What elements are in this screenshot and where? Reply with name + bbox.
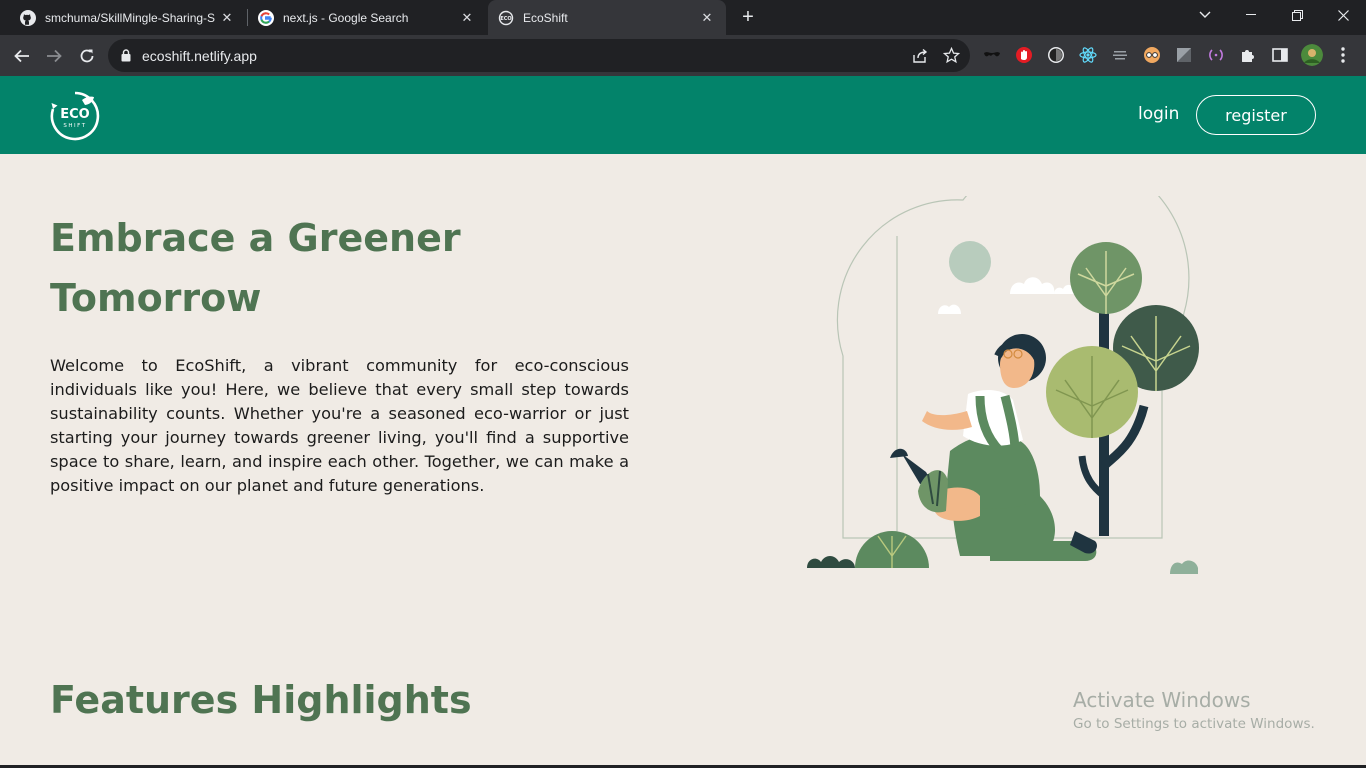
tab-title: EcoShift [523, 10, 568, 25]
watermark-title: Activate Windows [1073, 688, 1251, 712]
minimize-icon[interactable] [1228, 0, 1274, 30]
address-bar[interactable]: ecoshift.netlify.app [108, 39, 970, 72]
svg-text:ECO: ECO [500, 16, 511, 22]
reload-icon[interactable] [74, 43, 100, 69]
gardener-illustration [807, 196, 1199, 574]
tab-title: next.js - Google Search [283, 10, 409, 25]
close-window-icon[interactable] [1320, 0, 1366, 30]
tab-ecoshift[interactable]: ECO EcoShift ✕ [488, 0, 726, 35]
register-button[interactable]: register [1196, 95, 1316, 135]
windows-activation-watermark: Activate Windows Go to Settings to activ… [1073, 688, 1315, 732]
close-tab-icon[interactable]: ✕ [218, 9, 236, 27]
mask-extension-icon[interactable] [983, 46, 1001, 64]
lock-icon[interactable] [121, 49, 131, 62]
bookmark-star-icon[interactable] [943, 47, 960, 64]
logo-text-shift: SHIFT [63, 123, 86, 129]
dark-mode-extension-icon[interactable] [1047, 46, 1065, 64]
google-icon [258, 9, 274, 26]
tab-separator [247, 9, 248, 26]
signal-extension-icon[interactable] [1207, 46, 1225, 64]
tab-github[interactable]: smchuma/SkillMingle-Sharing-S ✕ [12, 0, 244, 35]
glasses-extension-icon[interactable] [1143, 46, 1161, 64]
browser-menu-icon[interactable] [1340, 46, 1346, 64]
hero-description: Welcome to EcoShift, a vibrant community… [50, 356, 629, 495]
logo-text-eco: ECO [60, 107, 89, 122]
watermark-subtitle: Go to Settings to activate Windows. [1073, 716, 1315, 732]
close-tab-icon[interactable]: ✕ [698, 9, 716, 27]
adblock-extension-icon[interactable] [1015, 46, 1033, 64]
hero-title: Embrace a Greener Tomorrow [50, 216, 461, 320]
ecoshift-logo[interactable]: ECO SHIFT [49, 90, 101, 142]
react-devtools-icon[interactable] [1079, 46, 1097, 64]
extensions-puzzle-icon[interactable] [1239, 46, 1257, 64]
tab-google-search[interactable]: next.js - Google Search ✕ [250, 0, 484, 35]
site-navbar: ECO SHIFT login register [0, 76, 1366, 154]
tab-search-chevron-icon[interactable] [1182, 0, 1228, 30]
page-viewport: ECO SHIFT login register Embrace a Green… [0, 76, 1366, 765]
close-tab-icon[interactable]: ✕ [458, 9, 476, 27]
login-link[interactable]: login [1138, 104, 1179, 124]
features-section-title: Features Highlights [50, 678, 472, 722]
forward-icon[interactable] [41, 43, 67, 69]
tab-title: smchuma/SkillMingle-Sharing-S [45, 10, 216, 25]
profile-avatar[interactable] [1301, 44, 1323, 66]
restore-icon[interactable] [1274, 0, 1320, 30]
github-icon [20, 9, 36, 26]
browser-toolbar: ecoshift.netlify.app [0, 35, 1366, 76]
square-extension-icon[interactable] [1175, 46, 1193, 64]
bars-extension-icon[interactable] [1111, 46, 1129, 64]
url-text: ecoshift.netlify.app [142, 48, 257, 64]
ecoshift-favicon: ECO [498, 10, 514, 25]
side-panel-icon[interactable] [1271, 46, 1289, 64]
back-icon[interactable] [9, 43, 35, 69]
share-icon[interactable] [912, 48, 928, 64]
new-tab-icon[interactable]: + [736, 6, 760, 30]
browser-tab-strip: smchuma/SkillMingle-Sharing-S ✕ next.js … [0, 0, 1366, 35]
